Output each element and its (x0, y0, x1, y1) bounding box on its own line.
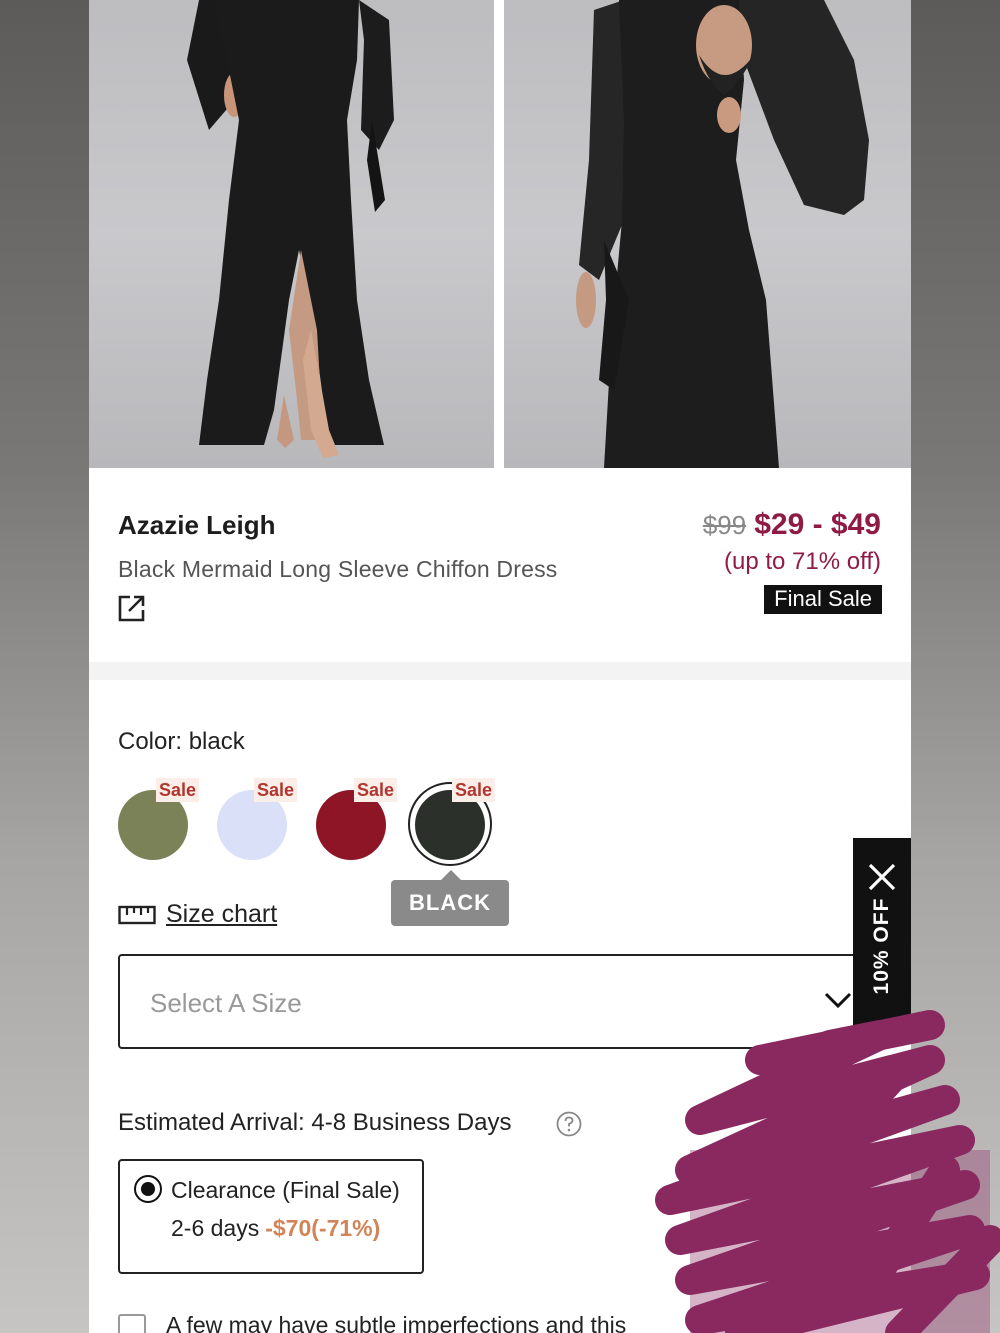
shipping-option-days: 2-6 days -$70(-71%) (171, 1215, 380, 1242)
question-icon[interactable] (556, 1111, 582, 1137)
share-icon[interactable] (116, 592, 148, 624)
sale-price-range: $29 - $49 (754, 508, 881, 541)
radio-selected[interactable] (134, 1175, 162, 1203)
color-tooltip: BLACK (391, 870, 509, 926)
promo-label: 10% OFF (870, 897, 893, 995)
sale-tag: Sale (254, 778, 298, 802)
original-price: $99 (702, 510, 747, 540)
product-name: Black Mermaid Long Sleeve Chiffon Dress (118, 556, 558, 582)
discount-text: (up to 71% off) (724, 548, 881, 575)
imperfection-note: A few may have subtle imperfections and … (166, 1312, 627, 1333)
sale-tag: Sale (354, 778, 398, 802)
shipping-option-title: Clearance (Final Sale) (171, 1177, 400, 1203)
promo-tab[interactable]: 10% OFF (853, 838, 911, 1026)
final-sale-badge: Final Sale (764, 585, 882, 614)
section-divider (89, 662, 911, 680)
color-label: Color: black (118, 728, 245, 755)
product-page: Azazie Leigh Black Mermaid Long Sleeve C… (89, 0, 911, 1333)
shipping-saving: -$70(-71%) (265, 1215, 381, 1241)
acknowledge-checkbox[interactable] (118, 1314, 146, 1333)
sale-tag: Sale (452, 778, 496, 802)
size-chart-link[interactable]: Size chart (166, 900, 277, 929)
size-select[interactable]: Select A Size (118, 954, 868, 1049)
estimated-arrival: Estimated Arrival: 4-8 Business Days (118, 1109, 512, 1136)
shipping-option-clearance[interactable]: Clearance (Final Sale) 2-6 days -$70(-71%… (118, 1159, 424, 1274)
chevron-down-icon (824, 992, 852, 1009)
product-photo-back[interactable] (504, 0, 911, 468)
sale-tag: Sale (156, 778, 200, 802)
size-placeholder: Select A Size (150, 988, 302, 1018)
ruler-icon (118, 905, 156, 925)
product-photo-front[interactable] (89, 0, 494, 468)
product-brand: Azazie Leigh (118, 510, 276, 540)
shipping-days: 2-6 days (171, 1215, 260, 1241)
price-row: $99 $29 - $49 (703, 508, 881, 542)
